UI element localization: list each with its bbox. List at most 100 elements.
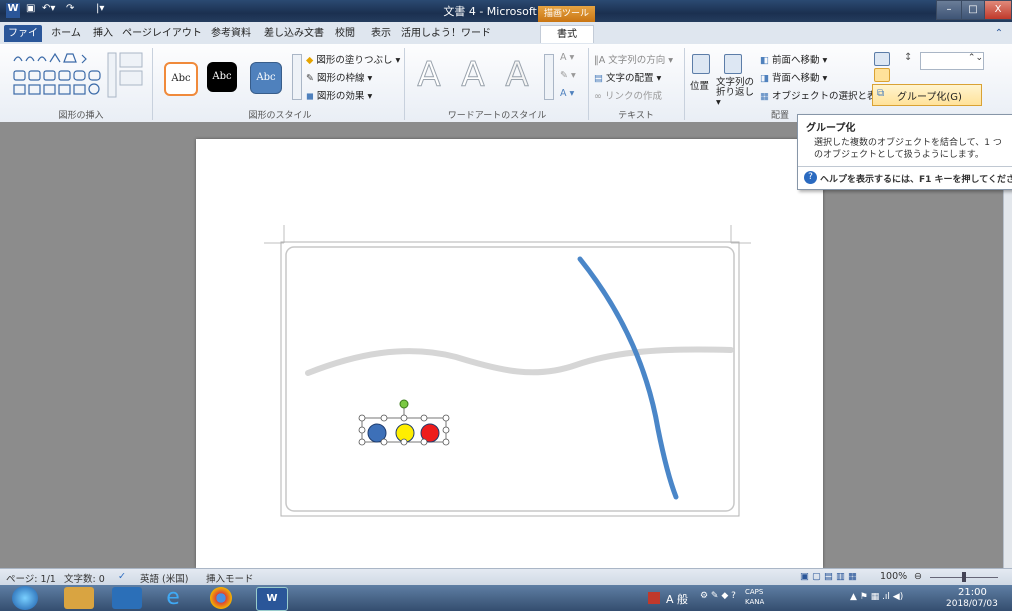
shape-style-1[interactable]: Abc [164,62,198,96]
media-player-taskbar-icon[interactable] [112,587,142,609]
tooltip-divider [798,166,1012,167]
text-direction-button[interactable]: ‖A 文字列の方向 ▾ [594,52,673,66]
shape-outline-button[interactable]: ✎ 図形の枠線 ▾ [306,70,372,84]
kana-indicator: KANA [745,598,765,606]
word-taskbar-icon[interactable]: W [256,587,288,611]
maximize-button[interactable]: □ [961,0,985,20]
wordart-style-1[interactable]: A [412,56,446,95]
gray-curve-line[interactable] [305,346,734,376]
start-button[interactable] [12,586,38,610]
tab-view[interactable]: 表示 [366,25,396,42]
status-bar: ページ: 1/1 文字数: 0 ✓ 英語 (米国) 挿入モード ▣ ▢ ▤ ▥ … [0,568,1012,586]
zoom-level[interactable]: 100% [880,571,907,582]
align-icon[interactable] [874,52,890,66]
title-bar: W ▣ ↶▾ ↷ |▾ 文書 4 - Microsoft Word 描画ツール … [0,0,1012,22]
security-tray-icon[interactable] [648,592,660,604]
tooltip-help-text: ヘルプを表示するには、F1 キーを押してください。 [820,175,1012,185]
position-icon [692,54,710,74]
selection-pane-icon: ▦ [760,91,769,102]
group-separator [404,48,405,120]
chrome-taskbar-icon[interactable] [210,587,232,609]
taskbar: e W A 般 ⚙ ✎ ◆ ? CAPS KANA ▲ ⚑ ▦ .ıl ◀) 2… [0,585,1012,611]
shape-style-more[interactable] [292,54,302,100]
blue-curve-line[interactable] [577,256,679,500]
view-buttons[interactable]: ▣ ▢ ▤ ▥ ▦ [800,571,857,582]
text-align-icon: ▤ [594,73,603,84]
group-label-insert-shapes: 図形の挿入 [58,111,104,121]
text-effects-icon[interactable]: A ▾ [560,88,574,99]
create-link-label: リンクの作成 [604,91,662,102]
minimize-button[interactable]: – [936,0,962,20]
group-separator [588,48,589,120]
wordart-style-2[interactable]: A [456,56,490,95]
create-link-button[interactable]: ∞ リンクの作成 [594,88,662,102]
ribbon-collapse-icon[interactable]: ⌃ [990,25,1008,42]
bring-forward-icon: ◧ [760,55,769,66]
document-page[interactable] [196,139,823,568]
wrap-text-icon [724,54,742,74]
wrap-text-button[interactable]: 文字列の折り返し ▾ [716,78,756,108]
tab-insert[interactable]: 挿入 [88,25,118,42]
language-indicator[interactable]: 英語 (米国) [140,571,188,585]
shape-effects-label: 図形の効果 ▾ [316,91,373,102]
bring-forward-button[interactable]: ◧ 前面へ移動 ▾ [760,52,827,66]
ime-toolbar-icons[interactable]: ⚙ ✎ ◆ ? [700,591,736,601]
tab-references[interactable]: 参考資料 [206,25,256,42]
shape-style-3[interactable]: Abc [250,62,282,94]
text-align-button[interactable]: ▤ 文字の配置 ▾ [594,70,661,84]
clock-time[interactable]: 21:00 [958,587,987,598]
tab-page-layout[interactable]: ページレイアウト [122,25,202,42]
proofing-icon[interactable]: ✓ [118,571,126,582]
link-icon: ∞ [594,91,602,102]
rotation-handle[interactable] [399,399,409,409]
help-icon: ? [804,171,817,184]
ie-taskbar-icon[interactable]: e [158,587,188,609]
insert-mode-indicator[interactable]: 挿入モード [206,571,254,585]
shape-effects-button[interactable]: ◼ 図形の効果 ▾ [306,88,372,102]
tooltip-title: グループ化 [806,123,856,134]
send-backward-button[interactable]: ◨ 背面へ移動 ▾ [760,70,827,84]
zoom-slider-thumb[interactable] [962,572,966,582]
close-button[interactable]: X [984,0,1012,20]
send-backward-label: 背面へ移動 ▾ [772,73,828,84]
height-input[interactable]: ⌃⌄ [920,52,984,70]
shape-outline-label: 図形の枠線 ▾ [317,73,373,84]
shape-fill-label: 図形の塗りつぶし ▾ [316,55,401,66]
tab-mailings[interactable]: 差し込み文書 [262,25,326,42]
text-fill-icon[interactable]: A ▾ [560,52,574,63]
group-menu-label: グループ化(G) [897,92,962,103]
tab-file[interactable]: ファイル [4,25,42,56]
tab-format[interactable]: 書式 [540,25,594,43]
ime-indicator[interactable]: A 般 [666,591,688,607]
tab-home[interactable]: ホーム [48,25,84,42]
group-item-icon: ⧉ [877,88,885,99]
text-outline-icon[interactable]: ✎ ▾ [560,70,576,81]
shape-gallery[interactable] [12,51,148,99]
tooltip-body: 選択した複数のオブジェクトを結合して、1 つのオブジェクトとして扱うようにします… [814,138,1002,160]
group-menu-item[interactable]: ⧉ グループ化(G) [872,84,982,106]
text-direction-icon: ‖A [594,55,606,66]
word-count[interactable]: 文字数: 0 [64,571,105,585]
position-button[interactable]: 位置 [690,78,709,92]
zoom-out-icon[interactable]: ⊖ [914,571,922,582]
clock-date[interactable]: 2018/07/03 [946,599,998,609]
wordart-style-3[interactable]: A [500,56,534,95]
selection-pane-button[interactable]: ▦ オブジェクトの選択と表示 [760,88,886,102]
tab-review[interactable]: 校閲 [330,25,360,42]
send-backward-icon: ◨ [760,73,769,84]
shape-fill-button[interactable]: ◆ 図形の塗りつぶし ▾ [306,52,400,66]
group-label-wordart: ワードアートのスタイル [447,111,547,121]
shape-style-2[interactable]: Abc [207,62,237,92]
wordart-more[interactable] [544,54,554,100]
effects-icon: ◼ [306,91,314,102]
page-count[interactable]: ページ: 1/1 [6,571,56,585]
height-icon: ↕ [904,52,913,63]
tab-katsuyo-word[interactable]: 活用しよう！ワード [400,25,492,42]
drawing-tools-header: 描画ツール [538,6,595,22]
group-icon[interactable] [874,68,890,82]
ribbon: 図形の挿入 Abc Abc Abc ◆ 図形の塗りつぶし ▾ ✎ 図形の枠線 ▾… [0,44,1012,123]
ribbon-tabs: ファイル ホーム 挿入 ページレイアウト 参考資料 差し込み文書 校閲 表示 活… [0,22,1012,56]
system-tray-icons[interactable]: ▲ ⚑ ▦ .ıl ◀) [850,592,903,602]
explorer-taskbar-icon[interactable] [64,587,94,609]
text-align-label: 文字の配置 ▾ [606,73,662,84]
